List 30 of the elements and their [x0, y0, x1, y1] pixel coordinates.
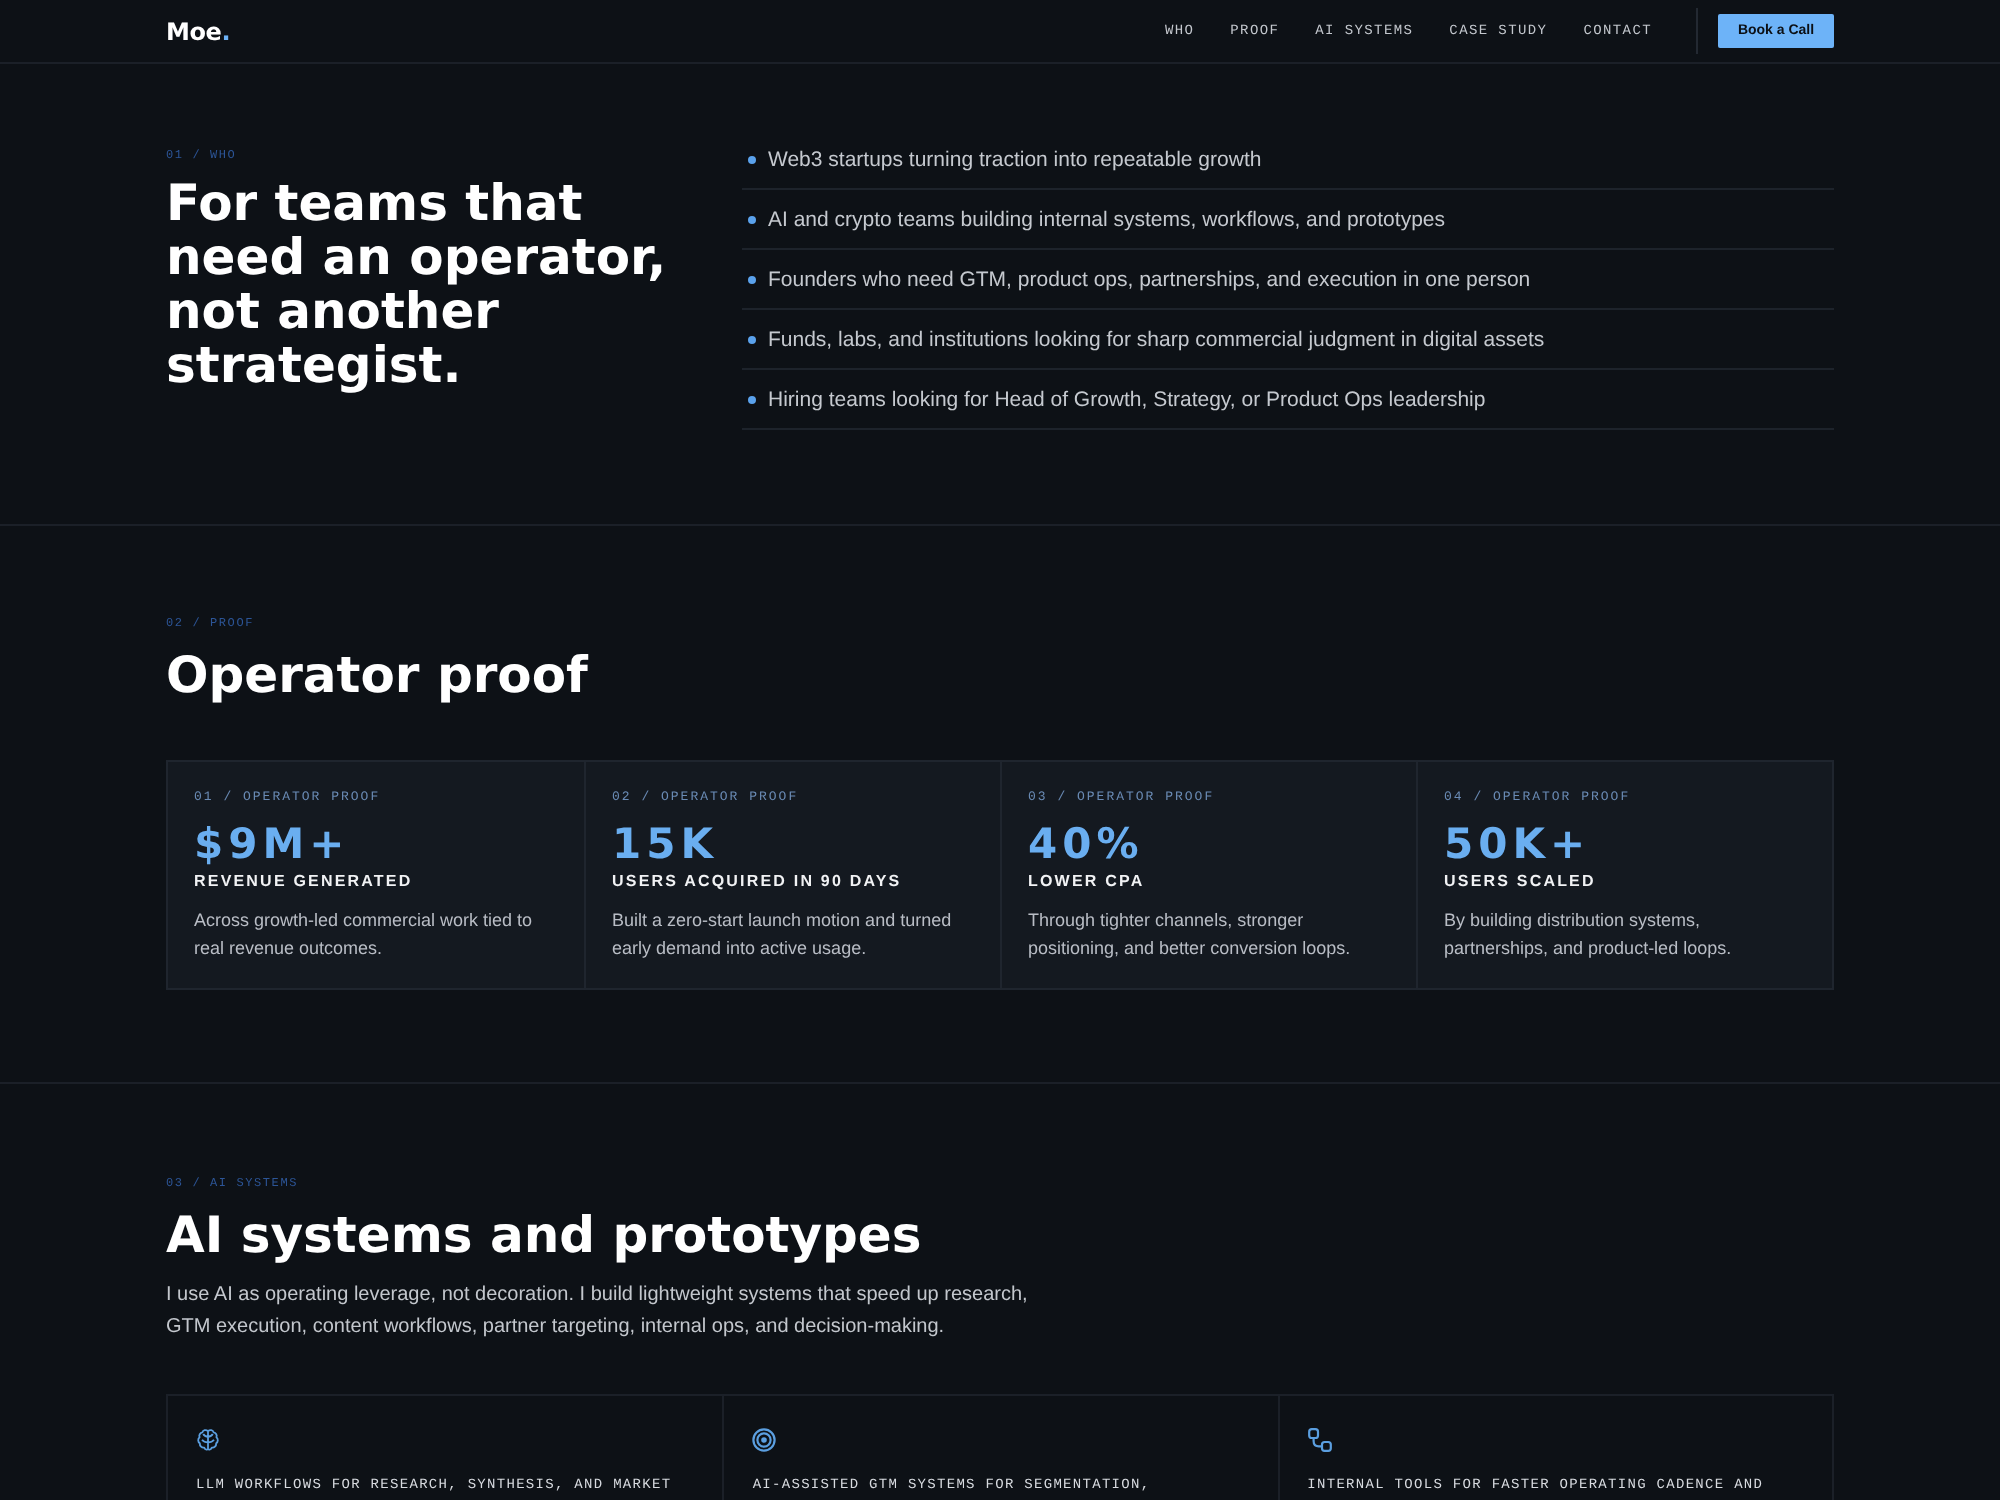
- connected-nodes-icon: [1307, 1428, 1332, 1452]
- list-item-text: AI and crypto teams building internal systems, workflows, and prototypes: [768, 205, 1445, 233]
- bullet-icon: [748, 335, 756, 343]
- list-item-text: Hiring teams looking for Head of Growth, Strategy, or Product Ops leadership: [768, 385, 1486, 413]
- metric-description: Built a zero-start launch motion and turned early demand into active usage.: [612, 908, 954, 962]
- metric-value: 15K: [612, 822, 720, 866]
- metric-title: USERS ACQUIRED IN 90 DAYS: [612, 874, 904, 890]
- section-heading: AI systems and prototypes: [166, 1204, 924, 1268]
- intro-paragraph: I use AI as operating leverage, not decoration. I build lightweight systems that speed up research, GTM execution, content workflows, partner targeting, internal ops, and decision-making.: [166, 1282, 1030, 1342]
- metric-title: LOWER CPA: [1028, 874, 1147, 890]
- section-heading: Operator proof: [166, 644, 591, 708]
- metric-title: REVENUE GENERATED: [194, 874, 415, 890]
- metric-title: USERS SCALED: [1444, 874, 1598, 890]
- target-icon: [752, 1428, 777, 1452]
- metric-description: Through tighter channels, stronger positioning, and better conversion loops.: [1028, 908, 1353, 962]
- list-item-text: Web3 startups turning traction into repeatable growth: [768, 145, 1262, 173]
- metric-value: 40%: [1028, 822, 1146, 866]
- metric-description: By building distribution systems, partnerships, and product-led loops.: [1444, 908, 1734, 962]
- metric-value: 50K+: [1444, 822, 1593, 866]
- bullet-icon: [748, 215, 756, 223]
- bullet-icon: [748, 155, 756, 163]
- brain-icon: [196, 1428, 220, 1452]
- metric-value: $9M+: [194, 822, 352, 866]
- list-item-text: Funds, labs, and institutions looking for sharp commercial judgment in digital assets: [768, 325, 1545, 353]
- bullet-icon: [748, 395, 756, 403]
- section-heading: For teams that need an operator, not another strategist.: [166, 176, 669, 392]
- bullet-icon: [748, 275, 756, 283]
- list-item-text: Founders who need GTM, product ops, partnerships, and execution in one person: [768, 265, 1531, 293]
- metric-description: Across growth-led commercial work tied to real revenue outcomes.: [194, 908, 535, 962]
- logo[interactable]: Moe.: [166, 19, 231, 43]
